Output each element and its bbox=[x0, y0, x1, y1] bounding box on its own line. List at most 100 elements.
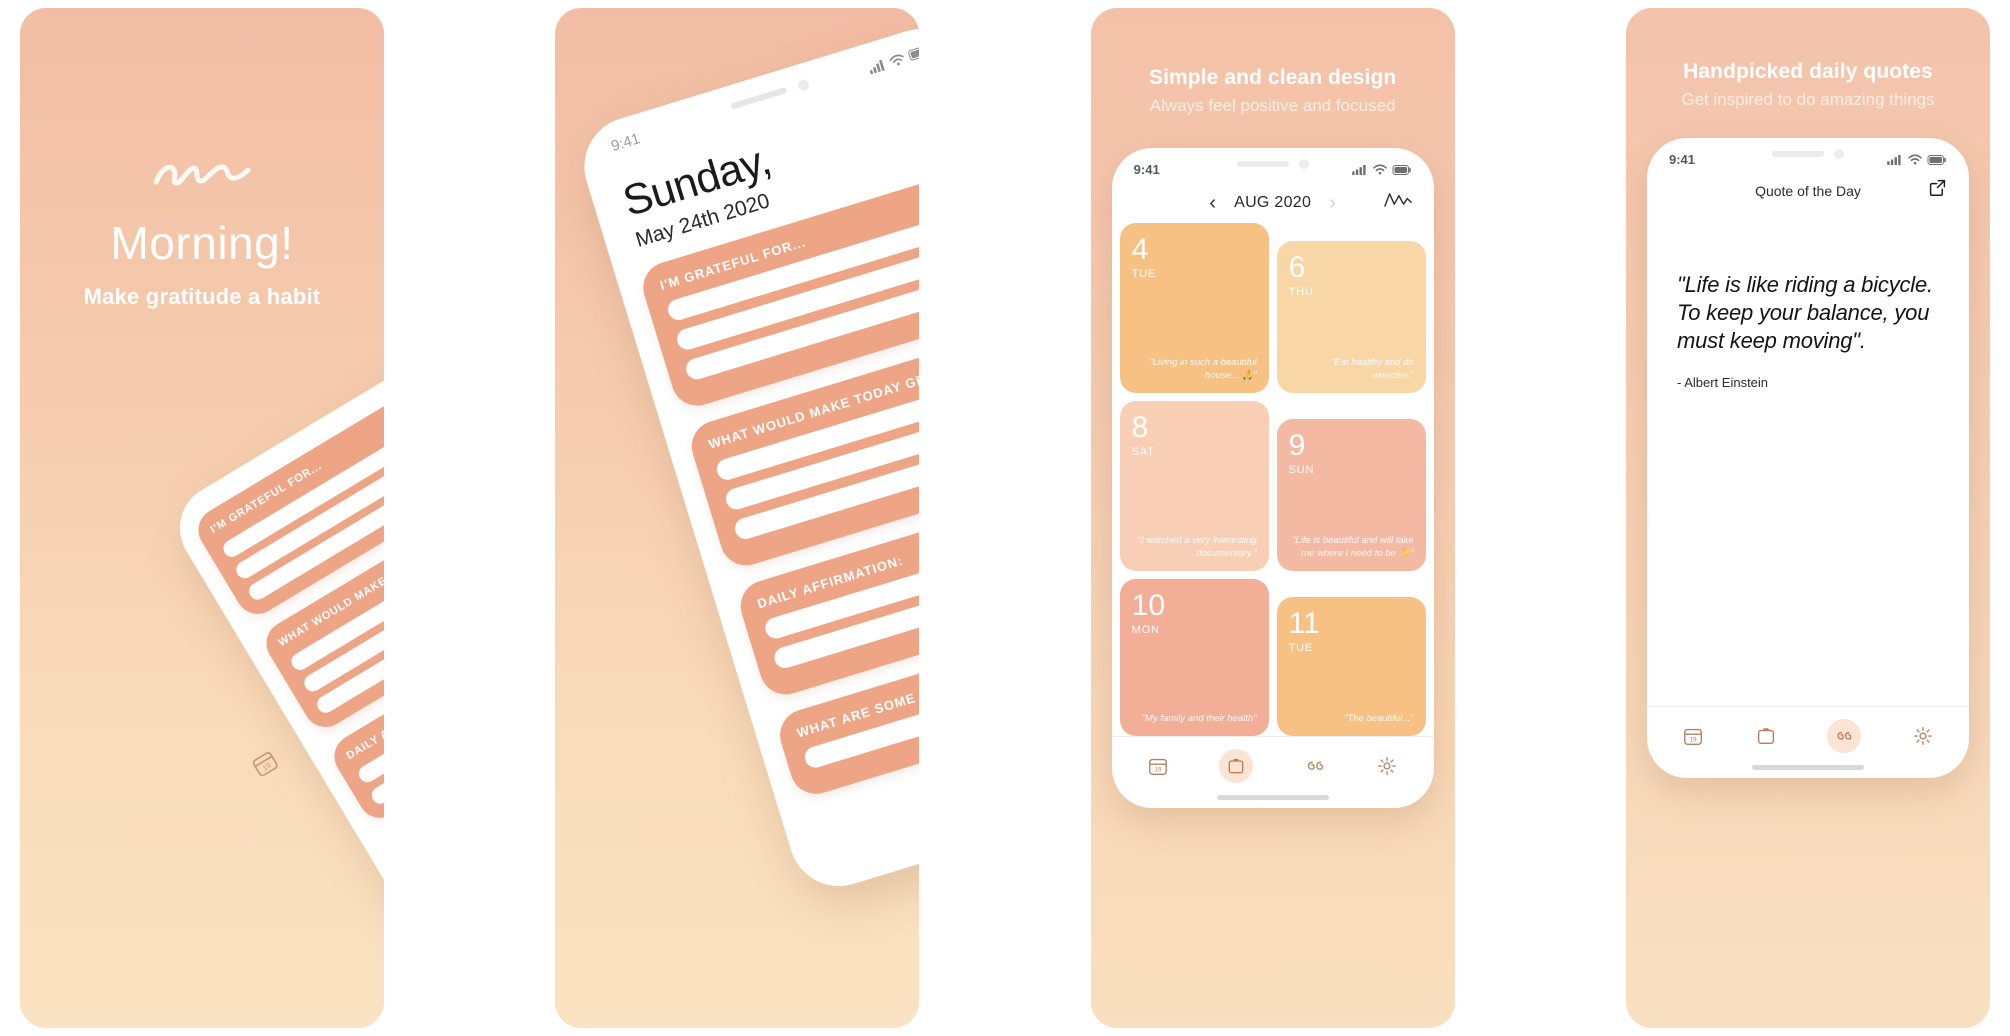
tile-day-number: 10 bbox=[1131, 588, 1166, 622]
journal-icon[interactable] bbox=[1226, 756, 1246, 776]
wifi-icon bbox=[889, 54, 904, 65]
quote-icon[interactable] bbox=[1834, 726, 1854, 746]
status-time: 9:41 bbox=[1668, 152, 1696, 167]
phone-notch bbox=[1771, 149, 1844, 159]
tab-settings[interactable] bbox=[1912, 725, 1934, 747]
brand-subtitle: Make gratitude a habit bbox=[83, 284, 321, 309]
tile-weekday: THU bbox=[1288, 286, 1314, 298]
phone-mockup: 9:41 bbox=[1111, 148, 1434, 808]
front-camera-dot bbox=[1298, 159, 1309, 169]
front-camera-dot bbox=[796, 77, 811, 92]
front-camera-dot bbox=[1833, 149, 1844, 159]
next-month-button[interactable]: › bbox=[1329, 193, 1336, 213]
tile-weekday: SAT bbox=[1131, 445, 1155, 458]
journal-card-list: I'M GRATEFUL FOR... WHAT WOULD MAKE TODA… bbox=[164, 343, 384, 939]
quote-content: "Life is like riding a bicycle. To keep … bbox=[1647, 209, 1969, 706]
branding-block: Morning! Make gratitude a habit bbox=[20, 158, 384, 310]
page-title: Morning! bbox=[110, 217, 294, 269]
panel-header: Handpicked daily quotes Get inspired to … bbox=[1626, 60, 1990, 110]
tile-entry-preview: "The beautiful..." bbox=[1344, 713, 1414, 725]
tab-quotes[interactable] bbox=[1827, 719, 1862, 753]
tile-entry-preview: "Living in such a beautiful house... 🙏" bbox=[1149, 357, 1257, 382]
phone-mockup: 9:41 bbox=[1646, 138, 1969, 778]
home-indicator bbox=[1216, 795, 1329, 800]
panel-quote: Handpicked daily quotes Get inspired to … bbox=[1625, 8, 1990, 1028]
tile-day-number: 9 bbox=[1288, 428, 1306, 462]
tile-day-number: 4 bbox=[1131, 233, 1149, 266]
calendar-tile[interactable]: 9 SUN "Life is beautiful and will take m… bbox=[1276, 418, 1426, 571]
quote-navbar: Quote of the Day bbox=[1647, 171, 1969, 209]
panel-title: Simple and clean design bbox=[1148, 66, 1397, 89]
status-indicators bbox=[1887, 154, 1947, 165]
status-indicators bbox=[1351, 164, 1412, 175]
calendar-day-icon[interactable]: 19 bbox=[1682, 725, 1704, 747]
panel-journal: 9:41 Sunday, May 24th 2020 I'M GRATEFUL … bbox=[555, 8, 920, 1028]
battery-icon bbox=[1392, 164, 1411, 175]
tab-settings[interactable] bbox=[1376, 755, 1398, 777]
home-indicator bbox=[1751, 765, 1864, 770]
calendar-tile[interactable]: 10 MON "My family and their health" bbox=[1119, 578, 1269, 736]
calendar-navbar: ‹ AUG 2020 › bbox=[1112, 181, 1434, 223]
tile-entry-preview: "My family and their health" bbox=[1141, 713, 1257, 725]
calendar-tile[interactable]: 11 TUE "The beautiful..." bbox=[1276, 596, 1426, 736]
quote-icon[interactable] bbox=[1304, 755, 1326, 777]
calendar-tile[interactable]: 4 TUE "Living in such a beautiful house.… bbox=[1119, 223, 1269, 393]
phone-notch bbox=[1236, 159, 1309, 169]
tile-day-number: 8 bbox=[1131, 410, 1149, 444]
tab-bar: 19 bbox=[1646, 706, 1969, 761]
calendar-day-icon[interactable]: 19 bbox=[1147, 755, 1169, 777]
current-month-label: AUG 2020 bbox=[1234, 194, 1312, 211]
share-external-icon[interactable] bbox=[1928, 178, 1947, 202]
tab-calendar-day[interactable]: 19 bbox=[1147, 755, 1169, 777]
tab-bar: 19 bbox=[1111, 736, 1434, 791]
quote-text: "Life is like riding a bicycle. To keep … bbox=[1676, 272, 1933, 354]
calendar-tile[interactable]: 6 THU "Eat healthy and do exercise." bbox=[1276, 241, 1426, 393]
calendar-tile[interactable]: 8 SAT "I watched a very interesting docu… bbox=[1119, 400, 1269, 571]
svg-text:19: 19 bbox=[1154, 767, 1162, 774]
status-bar: 9:41 bbox=[1112, 148, 1434, 181]
tile-entry-preview: "Life is beautiful and will take me wher… bbox=[1291, 535, 1414, 560]
tile-day-number: 6 bbox=[1288, 251, 1306, 284]
tab-journal[interactable] bbox=[1755, 725, 1777, 747]
tilted-phone-mockup: 9:41 Sunday, May 24th 2020 I'M GRATEFUL … bbox=[572, 16, 920, 899]
signal-icon bbox=[1887, 154, 1901, 165]
battery-icon bbox=[908, 46, 920, 61]
tab-quotes[interactable] bbox=[1304, 755, 1326, 777]
tab-journal[interactable] bbox=[1219, 749, 1254, 783]
month-selector: ‹ AUG 2020 › bbox=[1209, 193, 1335, 213]
settings-gear-icon[interactable] bbox=[1912, 725, 1934, 747]
speaker-grille bbox=[1771, 151, 1824, 157]
prev-month-button[interactable]: ‹ bbox=[1209, 193, 1216, 213]
tilted-phone-mockup: I'M GRATEFUL FOR... WHAT WOULD MAKE TODA… bbox=[163, 343, 384, 1028]
settings-gear-icon[interactable] bbox=[1376, 755, 1398, 777]
speaker-grille bbox=[1236, 161, 1289, 167]
journal-icon[interactable] bbox=[1755, 725, 1777, 747]
calendar-day-icon[interactable]: 19 bbox=[246, 746, 282, 782]
status-time: 9:41 bbox=[1133, 162, 1160, 177]
tile-weekday: TUE bbox=[1288, 641, 1314, 654]
signal-icon bbox=[1351, 164, 1366, 175]
tile-weekday: TUE bbox=[1131, 268, 1157, 280]
wifi-icon bbox=[1908, 154, 1922, 165]
panel-header: Simple and clean design Always feel posi… bbox=[1091, 66, 1455, 116]
script-m-logo-icon bbox=[153, 164, 251, 186]
wave-chart-icon[interactable] bbox=[1383, 191, 1412, 214]
panel-subtitle: Get inspired to do amazing things bbox=[1681, 90, 1935, 109]
panel-branding: Morning! Make gratitude a habit I'M GRAT… bbox=[20, 8, 384, 1028]
tab-calendar-day[interactable]: 19 bbox=[1682, 725, 1704, 747]
tile-weekday: MON bbox=[1131, 623, 1160, 636]
panel-title: Handpicked daily quotes bbox=[1683, 60, 1933, 83]
screenshot-gallery: Morning! Make gratitude a habit I'M GRAT… bbox=[0, 0, 2010, 1036]
navbar-title: Quote of the Day bbox=[1755, 183, 1861, 199]
status-bar: 9:41 bbox=[1647, 138, 1969, 171]
tile-entry-preview: "I watched a very interesting documentar… bbox=[1137, 535, 1257, 560]
svg-text:19: 19 bbox=[1690, 737, 1698, 744]
tile-entry-preview: "Eat healthy and do exercise." bbox=[1331, 357, 1414, 382]
calendar-grid: 4 TUE "Living in such a beautiful house.… bbox=[1112, 223, 1434, 736]
quote-author: - Albert Einstein bbox=[1676, 375, 1769, 391]
tile-day-number: 11 bbox=[1288, 606, 1320, 640]
panel-subtitle: Always feel positive and focused bbox=[1149, 96, 1396, 115]
battery-icon bbox=[1927, 154, 1946, 165]
panel-calendar: Simple and clean design Always feel posi… bbox=[1090, 8, 1455, 1028]
tile-weekday: SUN bbox=[1288, 463, 1315, 476]
